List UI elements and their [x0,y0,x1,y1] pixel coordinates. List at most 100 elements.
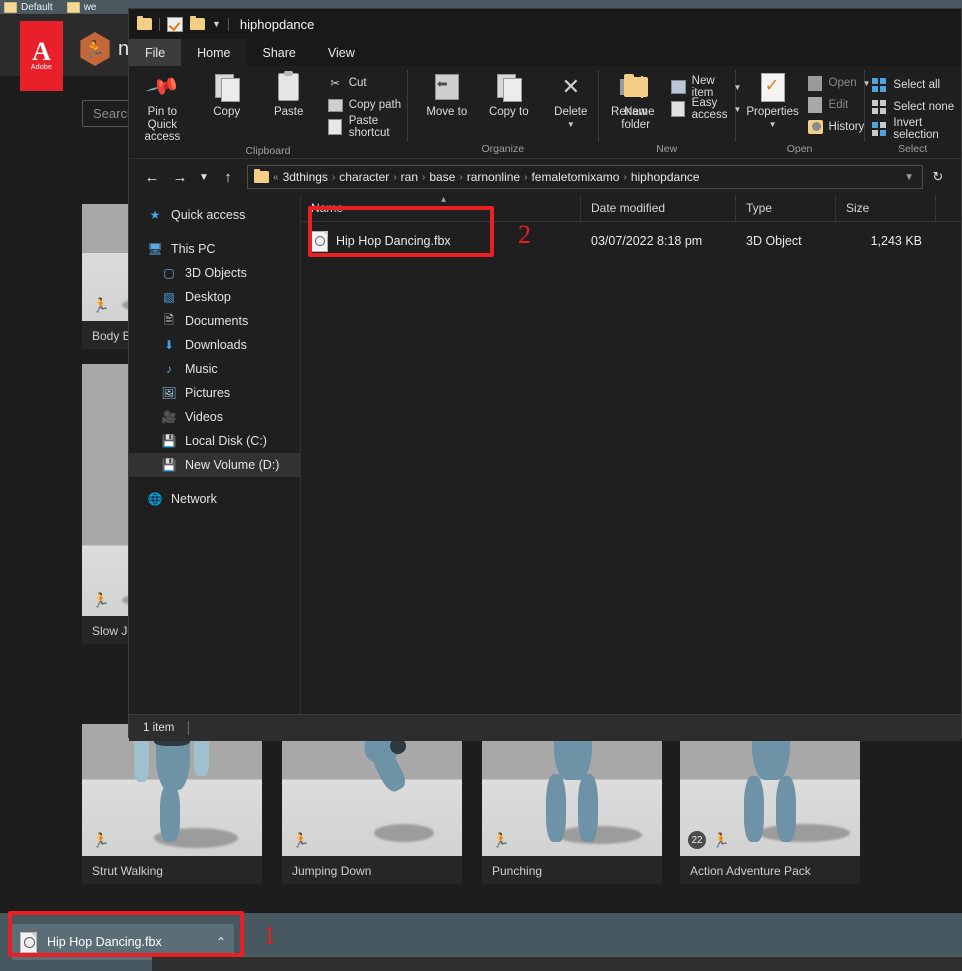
folder-icon[interactable] [190,16,205,30]
select-all-icon [872,77,887,93]
breadcrumb[interactable]: « 3dthings › character › ran › base › ra… [247,165,923,189]
group-title-clipboard: Clipboard [245,144,291,157]
breadcrumb-overflow[interactable]: « [273,172,279,183]
history-icon [807,120,823,135]
select-none-label: Select none [893,101,955,113]
column-header-type[interactable]: Type [736,195,836,221]
chevron-down-icon[interactable]: ▼ [195,164,213,190]
adobe-logo: A Adobe [20,21,63,91]
chevron-down-icon[interactable]: ▼ [769,119,777,132]
properties-icon [760,72,785,102]
sidebar-item-this-pc[interactable]: 🖥 This PC [129,237,300,261]
sort-ascending-icon: ▴ [441,194,447,205]
annotation-box-download-chip [8,911,244,957]
copy-to-button[interactable]: Copy to [478,72,540,119]
breadcrumb-item-0[interactable]: 3dthings [283,170,328,184]
paste-button[interactable]: Paste [258,71,320,119]
runner-icon: 🏃 [292,832,310,848]
new-folder-button[interactable]: New folder [605,72,667,131]
column-header-size[interactable]: Size [836,195,936,221]
tab-home[interactable]: Home [181,39,247,66]
tab-share[interactable]: Share [247,39,312,66]
card-label: Action Adventure Pack [690,864,811,878]
chevron-right-icon: › [623,171,627,183]
copy-path-button[interactable]: Copy path [327,96,407,114]
select-all-button[interactable]: Select all [872,76,961,94]
cut-button[interactable]: ✂ Cut [328,74,407,92]
address-bar: ← → ▼ ↑ « 3dthings › character › ran › b… [129,159,961,195]
sidebar-item-desktop[interactable]: ▧ Desktop [129,285,300,309]
sidebar-item-music[interactable]: ♪ Music [129,357,300,381]
disk-icon: 💾 [161,434,177,448]
breadcrumb-item-3[interactable]: base [429,170,455,184]
sidebar-item-documents[interactable]: 🖹 Documents [129,309,300,333]
annotation-number-2: 2 [518,220,531,249]
chevron-right-icon: › [422,171,426,183]
animation-card[interactable]: 🏃 Strut Walking [82,724,262,884]
pack-count-badge: 22 [688,831,706,849]
sidebar-item-label: Network [171,492,217,506]
tab-file[interactable]: File [129,39,182,66]
move-to-button[interactable]: Move to [416,72,478,119]
sidebar-item-local-disk-c[interactable]: 💾 Local Disk (C:) [129,429,300,453]
easy-access-button[interactable]: Easy access ▼ [671,97,746,121]
breadcrumb-item-6[interactable]: hiphopdance [631,170,700,184]
network-icon: 🌐 [147,492,163,506]
tab-view[interactable]: View [312,39,371,66]
refresh-icon[interactable]: ↻ [925,164,951,190]
card-label: Strut Walking [92,864,163,878]
ribbon-group-select: Select all Select none Invert selection [864,66,961,158]
properties-button[interactable]: Properties ▼ [742,72,804,131]
select-none-button[interactable]: Select none [872,98,961,116]
delete-button[interactable]: ✕ Delete ▼ [540,72,602,131]
star-icon: ★ [149,208,161,222]
forward-arrow-icon[interactable]: → [167,164,193,190]
back-arrow-icon[interactable]: ← [139,164,165,190]
pin-to-quick-access-button[interactable]: 📌 Pin to Quick access [129,69,196,144]
up-arrow-icon[interactable]: ↑ [215,164,241,190]
animation-card[interactable]: 🏃 Jumping Down [282,724,462,884]
bookmark-item[interactable]: Default [4,1,53,13]
sidebar-item-network[interactable]: 🌐 Network [129,487,300,511]
properties-check-icon[interactable] [167,16,183,32]
sidebar-item-downloads[interactable]: ⬇ Downloads [129,333,300,357]
copy-path-label: Copy path [348,99,402,111]
folder-icon [254,169,269,183]
desktop-icon: ▧ [163,290,175,304]
new-item-button[interactable]: New item ▼ [670,75,746,99]
animation-card[interactable]: 22 🏃 Action Adventure Pack [680,724,860,884]
move-to-label: Move to [426,106,468,118]
chevron-right-icon: › [524,171,528,183]
copy-icon [214,72,240,102]
scissors-icon: ✂ [330,78,340,90]
sidebar-item-label: Videos [185,410,223,424]
paste-shortcut-button[interactable]: Paste shortcut [328,115,407,139]
chevron-right-icon: › [331,171,336,183]
bookmark-item[interactable]: we [66,1,97,13]
file-date-modified: 03/07/2022 8:18 pm [591,234,703,248]
breadcrumb-item-4[interactable]: rarnonline [467,170,520,184]
copy-button[interactable]: Copy [196,72,258,119]
breadcrumb-item-2[interactable]: ran [401,170,418,184]
delete-label: Delete [554,106,588,118]
dropdown-icon[interactable]: ▼ [212,19,221,29]
breadcrumb-item-5[interactable]: femaletomixamo [531,170,619,184]
delete-x-icon: ✕ [561,74,580,99]
card-thumbnail: 🏃 [482,724,662,856]
sidebar-item-videos[interactable]: 🎥 Videos [129,405,300,429]
card-label: Punching [492,864,543,878]
paste-icon [278,71,300,102]
sidebar-item-pictures[interactable]: 🖼 Pictures [129,381,300,405]
column-header-date-modified[interactable]: Date modified [581,195,736,221]
sidebar-item-quick-access[interactable]: ★ Quick access [129,203,300,227]
invert-selection-button[interactable]: Invert selection [872,117,961,141]
title-bar[interactable]: ▼ hiphopdance [129,9,961,39]
chevron-down-icon[interactable]: ▼ [904,172,914,183]
file-size: 1,243 KB [870,234,922,248]
sidebar-item-3d-objects[interactable]: ▢ 3D Objects [129,261,300,285]
breadcrumb-item-1[interactable]: character [339,170,389,184]
animation-card[interactable]: 🏃 Punching [482,724,662,884]
sidebar-item-new-volume-d[interactable]: 💾 New Volume (D:) [129,453,300,477]
chevron-down-icon[interactable]: ▼ [567,119,575,132]
bookmark-label: we [83,1,97,13]
